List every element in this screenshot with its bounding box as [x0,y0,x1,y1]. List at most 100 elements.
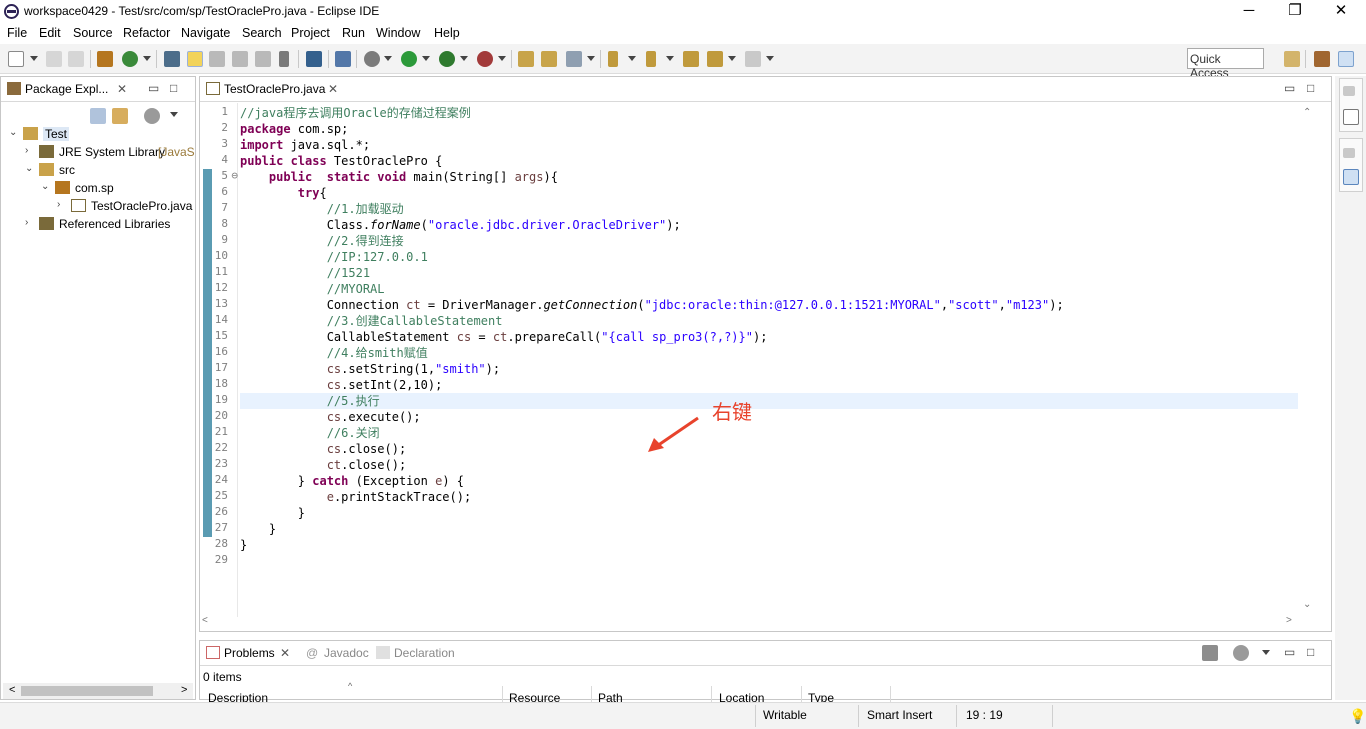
close-icon[interactable]: ✕ [280,646,290,660]
code-line[interactable]: Class.forName("oracle.jdbc.driver.Oracle… [240,217,681,233]
tree-item[interactable]: ⌄ com.sp [1,179,193,197]
filters-icon[interactable] [1233,645,1249,661]
show-whitespace-icon[interactable] [255,51,271,67]
external-tools-dropdown-icon[interactable] [498,56,506,61]
menu-file[interactable]: File [7,26,27,40]
code-line[interactable]: import java.sql.*; [240,137,370,153]
task-list-icon[interactable] [1343,109,1359,125]
maximize-view-icon[interactable]: □ [170,81,177,95]
close-icon[interactable]: ✕ [328,82,338,96]
code-line[interactable]: e.printStackTrace(); [240,489,472,505]
fold-icon[interactable]: ⊖ [228,169,238,182]
menu-window[interactable]: Window [376,26,420,40]
toggle-block-selection-icon[interactable] [209,51,225,67]
back-icon[interactable] [707,51,723,67]
scroll-right-icon[interactable]: > [1286,615,1292,626]
code-line[interactable]: //5.执行 [240,393,380,409]
forward-dropdown-icon[interactable] [766,56,774,61]
next-annotation-icon[interactable] [608,51,618,67]
minimize-view-icon[interactable]: ▭ [1284,645,1295,659]
expand-icon[interactable]: › [57,199,60,210]
code-line[interactable]: cs.close(); [240,441,406,457]
skip-breakpoints-icon[interactable] [335,51,351,67]
horizontal-scrollbar[interactable]: < > [3,683,193,699]
back-dropdown-icon[interactable] [728,56,736,61]
search-dropdown-icon[interactable] [587,56,595,61]
open-type-icon[interactable] [97,51,113,67]
code-line[interactable]: //java程序去调用Oracle的存储过程案例 [240,105,471,121]
java-perspective-icon[interactable] [1338,51,1354,67]
code-line[interactable]: //4.给smith赋值 [240,345,428,361]
code-line[interactable]: cs.execute(); [240,409,421,425]
expand-icon[interactable]: › [25,145,28,156]
code-line[interactable]: cs.setInt(2,10); [240,377,443,393]
code-line[interactable]: CallableStatement cs = ct.prepareCall("{… [240,329,768,345]
new-icon[interactable] [8,51,24,67]
code-line[interactable]: //2.得到连接 [240,233,404,249]
code-line[interactable]: //3.创建CallableStatement [240,313,503,329]
collapse-all-icon[interactable] [90,108,106,124]
open-folder-icon[interactable] [518,51,534,67]
restore-icon[interactable] [1343,86,1355,96]
code-editor[interactable]: 1 2 3 4 5 6 7 8 9 10 11 12 13 14 15 16 17 18 19 20 21 22 23 24 2… [200,103,1310,617]
coverage-icon[interactable] [439,51,455,67]
open-task-icon[interactable] [541,51,557,67]
code-line[interactable]: //1521 [240,265,370,281]
paragraph-icon[interactable] [279,51,289,67]
outline-icon[interactable] [1343,169,1359,185]
menu-refactor[interactable]: Refactor [123,26,170,40]
code-line[interactable]: } [240,537,247,553]
scroll-up-icon[interactable]: ⌃ [1303,107,1311,118]
expand-icon[interactable]: › [25,217,28,228]
tree-item[interactable]: ⌄ src [1,161,193,179]
code-line[interactable]: ct.close(); [240,457,406,473]
code-line[interactable]: } catch (Exception e) { [240,473,464,489]
tab-declaration[interactable]: Declaration [370,641,466,665]
menu-help[interactable]: Help [434,26,460,40]
console-icon[interactable] [306,51,322,67]
minimize-view-icon[interactable]: ▭ [1284,81,1295,95]
next-annotation-dropdown-icon[interactable] [628,56,636,61]
quick-access-input[interactable]: Quick Access [1187,48,1264,80]
previous-annotation-icon[interactable] [646,51,656,67]
view-menu-icon[interactable] [170,112,178,117]
word-wrap-icon[interactable] [232,51,248,67]
scrollbar-thumb[interactable] [21,686,153,696]
filters-icon[interactable] [144,108,160,124]
menu-edit[interactable]: Edit [39,26,61,40]
restore-icon[interactable] [1343,148,1355,158]
tab-package-explorer[interactable]: Package Expl... [1,77,133,101]
minimize-view-icon[interactable]: ▭ [148,81,159,95]
coverage-dropdown-icon[interactable] [460,56,468,61]
debug-type-icon[interactable] [164,51,180,67]
code-line[interactable]: public class TestOraclePro { [240,153,442,169]
save-icon[interactable] [46,51,62,67]
code-line[interactable]: package com.sp; [240,121,348,137]
maximize-view-icon[interactable]: □ [1307,645,1314,659]
toggle-mark-occurrences-icon[interactable] [187,51,203,67]
java-ee-perspective-icon[interactable] [1314,51,1330,67]
debug-dropdown-icon[interactable] [384,56,392,61]
lightbulb-icon[interactable]: 💡 [1349,708,1366,725]
maximize-view-icon[interactable]: □ [1307,81,1314,95]
run-icon[interactable] [401,51,417,67]
collapse-icon[interactable]: ⌄ [9,127,17,138]
code-line[interactable]: public static void main(String[] args){ [240,169,558,185]
previous-annotation-dropdown-icon[interactable] [666,56,674,61]
tree-item[interactable]: ⌄ Test [1,125,193,143]
open-perspective-icon[interactable] [1284,51,1300,67]
code-line[interactable]: //6.关闭 [240,425,380,441]
maximize-button[interactable]: ❐ [1272,0,1318,24]
run-dropdown-icon[interactable] [422,56,430,61]
save-all-icon[interactable] [68,51,84,67]
tab-javadoc[interactable]: @ Javadoc [300,641,370,665]
menu-run[interactable]: Run [342,26,365,40]
close-button[interactable]: ✕ [1318,0,1364,24]
view-menu-icon[interactable] [1262,650,1270,655]
tree-item[interactable]: › JRE System Library [JavaS [1,143,195,161]
scroll-left-icon[interactable]: < [9,684,15,696]
code-line[interactable]: try{ [240,185,327,201]
search-tools-icon[interactable] [566,51,582,67]
menu-navigate[interactable]: Navigate [181,26,230,40]
scroll-down-icon[interactable]: ⌄ [1303,599,1311,610]
